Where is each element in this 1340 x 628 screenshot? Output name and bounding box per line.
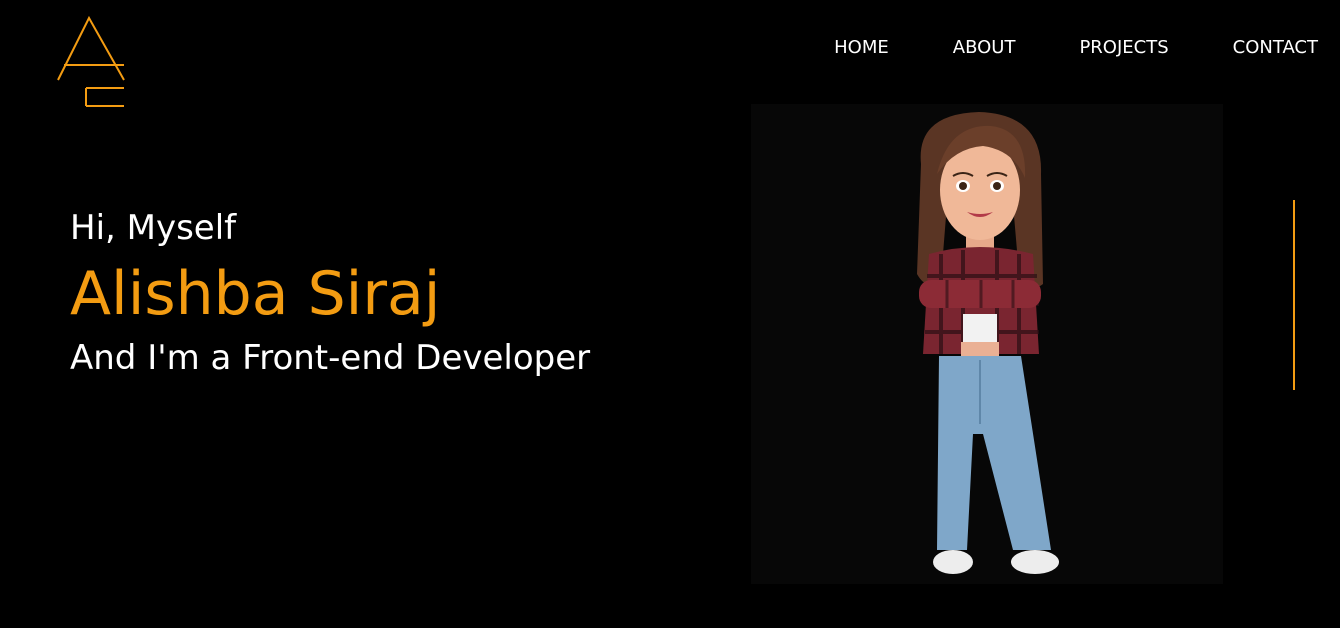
hero-section: Hi, Myself Alishba Siraj And I'm a Front… xyxy=(70,206,590,380)
site-logo[interactable] xyxy=(56,15,128,112)
hero-name: Alishba Siraj xyxy=(70,259,441,329)
nav-projects-link[interactable]: PROJECTS xyxy=(1079,36,1168,60)
hero-role: And I'm a Front-end Developer xyxy=(70,338,591,378)
cartoon-avatar-illustration-icon xyxy=(917,112,1059,574)
accent-line xyxy=(1293,200,1295,390)
ae-monogram-icon xyxy=(57,15,125,107)
nav-about-link[interactable]: ABOUT xyxy=(953,36,1016,60)
nav-contact-link[interactable]: CONTACT xyxy=(1233,36,1318,60)
avatar-image xyxy=(751,104,1223,584)
main-nav: HOME ABOUT PROJECTS CONTACT xyxy=(834,36,1318,60)
nav-home-link[interactable]: HOME xyxy=(834,36,889,60)
hero-greeting: Hi, Myself xyxy=(70,208,237,248)
